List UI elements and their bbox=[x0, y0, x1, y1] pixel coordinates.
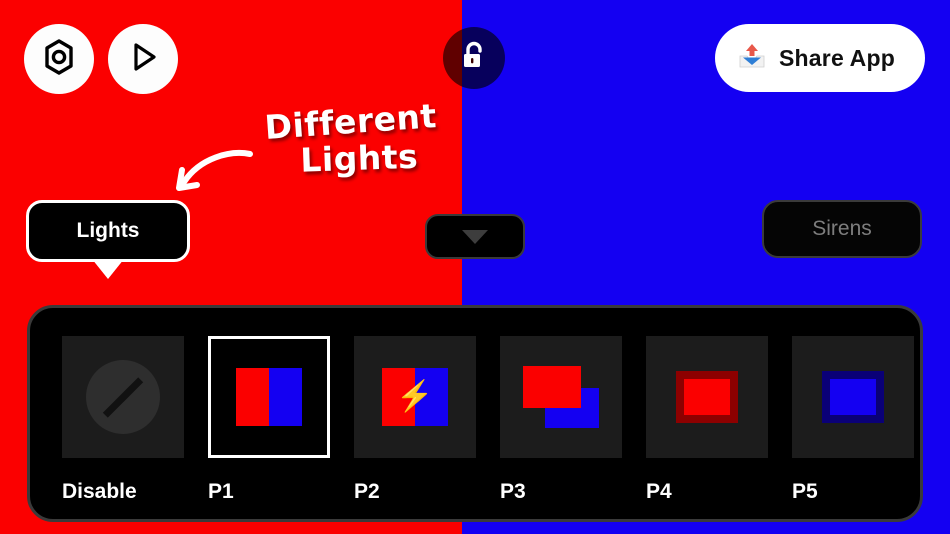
curved-arrow-icon bbox=[170, 142, 256, 203]
lightning-bolt-icon: ⚡ bbox=[396, 380, 434, 413]
chevron-down-icon bbox=[462, 229, 488, 244]
red-rect bbox=[523, 366, 581, 408]
tab-sirens[interactable]: Sirens bbox=[762, 200, 922, 258]
annotation-different-lights: Different Lights bbox=[250, 96, 455, 185]
preset-card-p1[interactable]: P1 bbox=[208, 336, 330, 504]
preset-card-disable[interactable]: Disable bbox=[62, 336, 184, 504]
annotation-line-2: Lights bbox=[299, 136, 419, 180]
preset-label: Disable bbox=[62, 480, 137, 503]
preset-thumbnail bbox=[646, 336, 768, 458]
play-icon bbox=[124, 38, 162, 81]
preset-label: P2 bbox=[354, 480, 380, 503]
presets-panel: Disable P1 ⚡ P2 P3 P4 P5 bbox=[27, 305, 923, 522]
slash-line bbox=[102, 376, 144, 418]
preset-thumbnail bbox=[500, 336, 622, 458]
tab-lights-label: Lights bbox=[76, 219, 140, 242]
preset-card-p2[interactable]: ⚡ P2 bbox=[354, 336, 476, 504]
preset-label: P4 bbox=[646, 480, 672, 503]
ring-blue-icon bbox=[822, 371, 884, 423]
unlocked-padlock-icon bbox=[459, 40, 489, 77]
preset-label: P5 bbox=[792, 480, 818, 503]
preset-card-p3[interactable]: P3 bbox=[500, 336, 622, 504]
preset-card-p4[interactable]: P4 bbox=[646, 336, 768, 504]
preset-thumbnail bbox=[208, 336, 330, 458]
tab-lights[interactable]: Lights bbox=[26, 200, 190, 262]
preset-card-p5[interactable]: P5 bbox=[792, 336, 914, 504]
play-button[interactable] bbox=[108, 24, 178, 94]
offset-red-blue-icon bbox=[523, 366, 599, 428]
preset-label: P1 bbox=[208, 480, 234, 503]
split-red-blue-icon: ⚡ bbox=[382, 368, 448, 426]
ring-fill bbox=[830, 379, 876, 415]
share-app-label: Share App bbox=[779, 44, 895, 71]
blue-half bbox=[269, 368, 302, 426]
tab-sirens-label: Sirens bbox=[812, 217, 872, 240]
app-screen: Share App Different Lights Lights Sirens… bbox=[0, 0, 950, 534]
gear-nut-icon bbox=[39, 37, 79, 82]
preset-thumbnail bbox=[792, 336, 914, 458]
outbox-tray-icon bbox=[737, 41, 767, 76]
ring-fill bbox=[684, 379, 730, 415]
preset-thumbnail bbox=[62, 336, 184, 458]
presets-scroll-track[interactable]: Disable P1 ⚡ P2 P3 P4 P5 bbox=[62, 336, 914, 504]
lock-toggle-button[interactable] bbox=[443, 27, 505, 89]
lights-tab-pointer bbox=[92, 259, 124, 279]
red-half bbox=[236, 368, 269, 426]
slash-circle-icon bbox=[86, 360, 160, 434]
split-red-blue-icon bbox=[236, 368, 302, 426]
preset-dropdown-button[interactable] bbox=[425, 214, 525, 259]
preset-thumbnail: ⚡ bbox=[354, 336, 476, 458]
settings-button[interactable] bbox=[24, 24, 94, 94]
ring-red-icon bbox=[676, 371, 738, 423]
share-app-button[interactable]: Share App bbox=[715, 24, 925, 92]
preset-label: P3 bbox=[500, 480, 526, 503]
